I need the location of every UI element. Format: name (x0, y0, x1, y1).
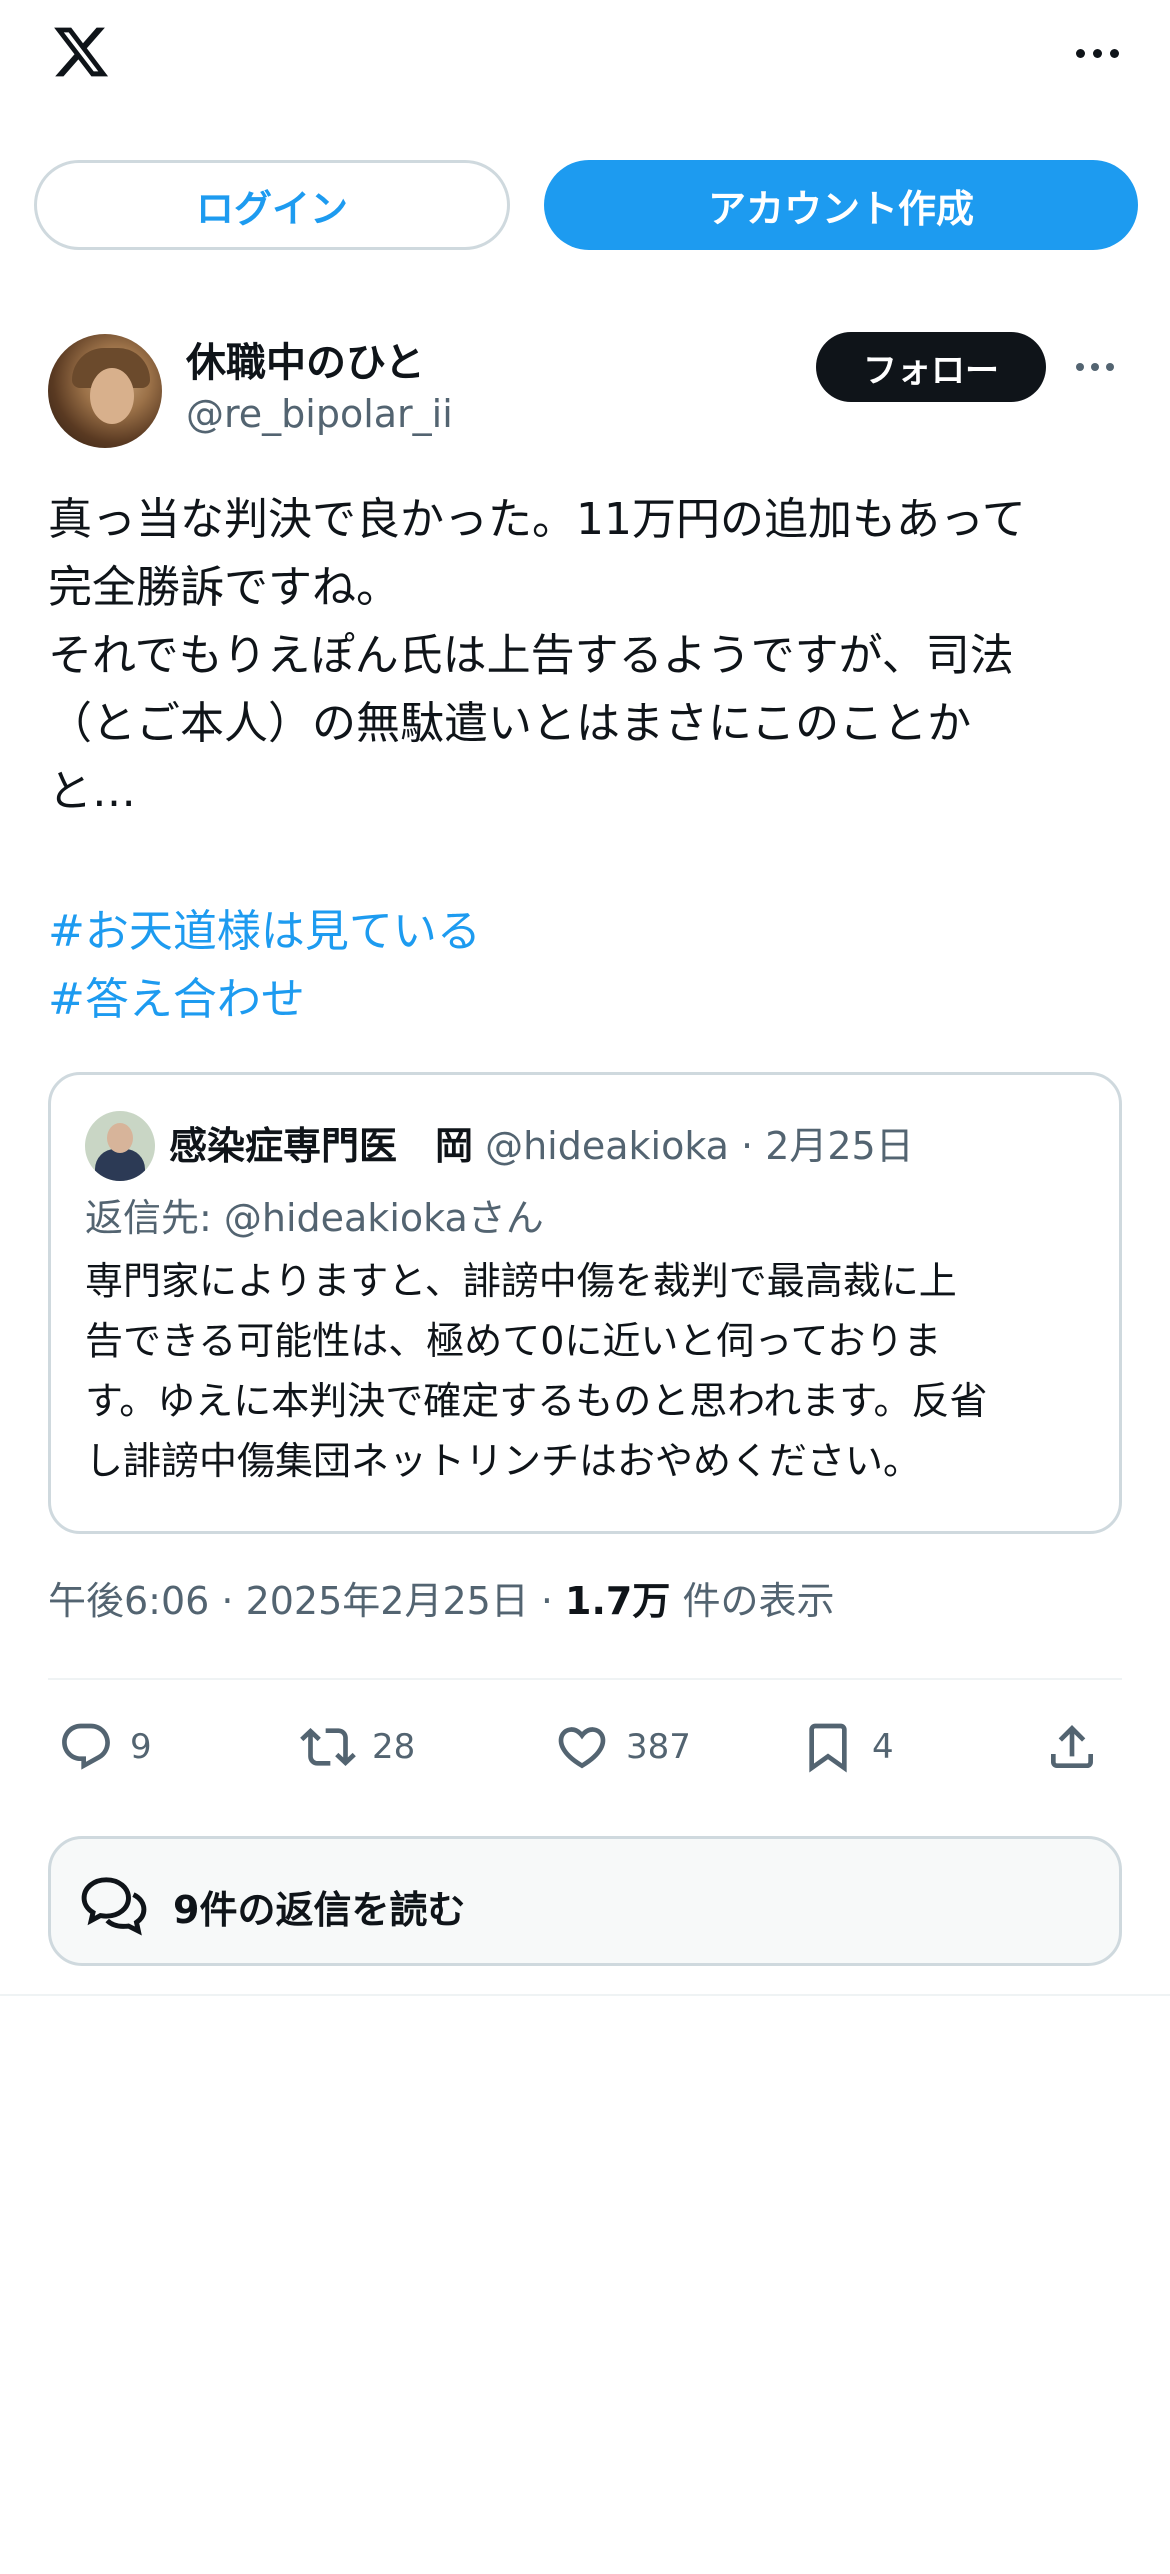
x-logo-icon[interactable] (48, 22, 114, 82)
hashtags: #お天道様は見ている #答え合わせ (48, 898, 481, 1034)
quoted-reply-to: 返信先: @hideakiokaさん (85, 1196, 544, 1240)
section-divider (0, 1994, 1170, 1996)
bookmark-icon (809, 1723, 847, 1773)
view-count-label: 件の表示 (670, 1579, 835, 1623)
tweet-more-icon[interactable] (1072, 352, 1118, 382)
author-handle[interactable]: @re_bipolar_ii (186, 392, 453, 436)
read-replies-button[interactable]: 9件の返信を読む (48, 1836, 1122, 1966)
quoted-text: 専門家によりますと、誹謗中傷を裁判で最高裁に上 告できる可能性は、極めて0に近い… (85, 1251, 988, 1491)
view-count: 1.7万 (565, 1579, 671, 1623)
reply-icon (62, 1723, 110, 1770)
quoted-line: す。ゆえに本判決で確定するものと思われます。反省 (85, 1379, 988, 1423)
divider (48, 1678, 1122, 1680)
quoted-meta: @hideakioka · 2月25日 (473, 1124, 914, 1168)
like-button[interactable]: 387 (554, 1712, 691, 1782)
tweet-timestamp[interactable]: 午後6:06 · 2025年2月25日 · (48, 1579, 565, 1623)
tweet-line: （とご本人）の無駄遣いとはまさにこのことか (48, 698, 972, 749)
retweet-icon (300, 1728, 356, 1766)
quoted-line: し誹謗中傷集団ネットリンチはおやめください。 (85, 1439, 922, 1483)
login-button[interactable]: ログイン (34, 160, 510, 250)
share-icon (1051, 1725, 1093, 1768)
more-horizontal-icon[interactable] (1072, 38, 1122, 68)
read-replies-label: 9件の返信を読む (173, 1888, 466, 1932)
hashtag-link[interactable]: #答え合わせ (48, 966, 481, 1034)
hashtag-link[interactable]: #お天道様は見ている (48, 898, 481, 966)
tweet-meta: 午後6:06 · 2025年2月25日 · 1.7万 件の表示 (48, 1570, 834, 1625)
tweet-line: 完全勝訴ですね。 (48, 562, 400, 613)
quoted-header: 感染症専門医 岡 @hideakioka · 2月25日 (169, 1115, 914, 1170)
like-count: 387 (626, 1727, 691, 1767)
bookmark-count: 4 (872, 1727, 894, 1767)
share-button[interactable] (1044, 1712, 1100, 1782)
quoted-author-name: 感染症専門医 岡 (169, 1124, 474, 1168)
chat-bubble-icon (81, 1877, 147, 1936)
retweet-count: 28 (372, 1727, 416, 1767)
tweet-page: ログイン アカウント作成 休職中のひと @re_bipolar_ii フォロー … (0, 0, 1170, 2574)
tweet-line: と… (48, 766, 136, 817)
author-avatar[interactable] (48, 334, 162, 448)
quoted-author-avatar (85, 1111, 155, 1181)
reply-count: 9 (130, 1727, 152, 1767)
tweet-line: 真っ当な判決で良かった。11万円の追加もあって (48, 494, 1026, 545)
heart-icon (558, 1727, 606, 1769)
tweet-line: それでもりえぽん氏は上告するようですが、司法 (48, 630, 1014, 681)
follow-button[interactable]: フォロー (816, 332, 1046, 402)
quoted-line: 専門家によりますと、誹謗中傷を裁判で最高裁に上 (85, 1259, 957, 1303)
reply-button[interactable]: 9 (58, 1712, 152, 1782)
author-name[interactable]: 休職中のひと (186, 330, 425, 388)
retweet-button[interactable]: 28 (300, 1712, 415, 1782)
tweet-text: 真っ当な判決で良かった。11万円の追加もあって 完全勝訴ですね。 それでもりえぽ… (48, 486, 1128, 826)
bookmark-button[interactable]: 4 (800, 1712, 894, 1782)
quoted-tweet[interactable]: 感染症専門医 岡 @hideakioka · 2月25日 返信先: @hidea… (48, 1072, 1122, 1534)
create-account-button[interactable]: アカウント作成 (544, 160, 1138, 250)
quoted-line: 告できる可能性は、極めて0に近いと伺っておりま (85, 1319, 942, 1363)
